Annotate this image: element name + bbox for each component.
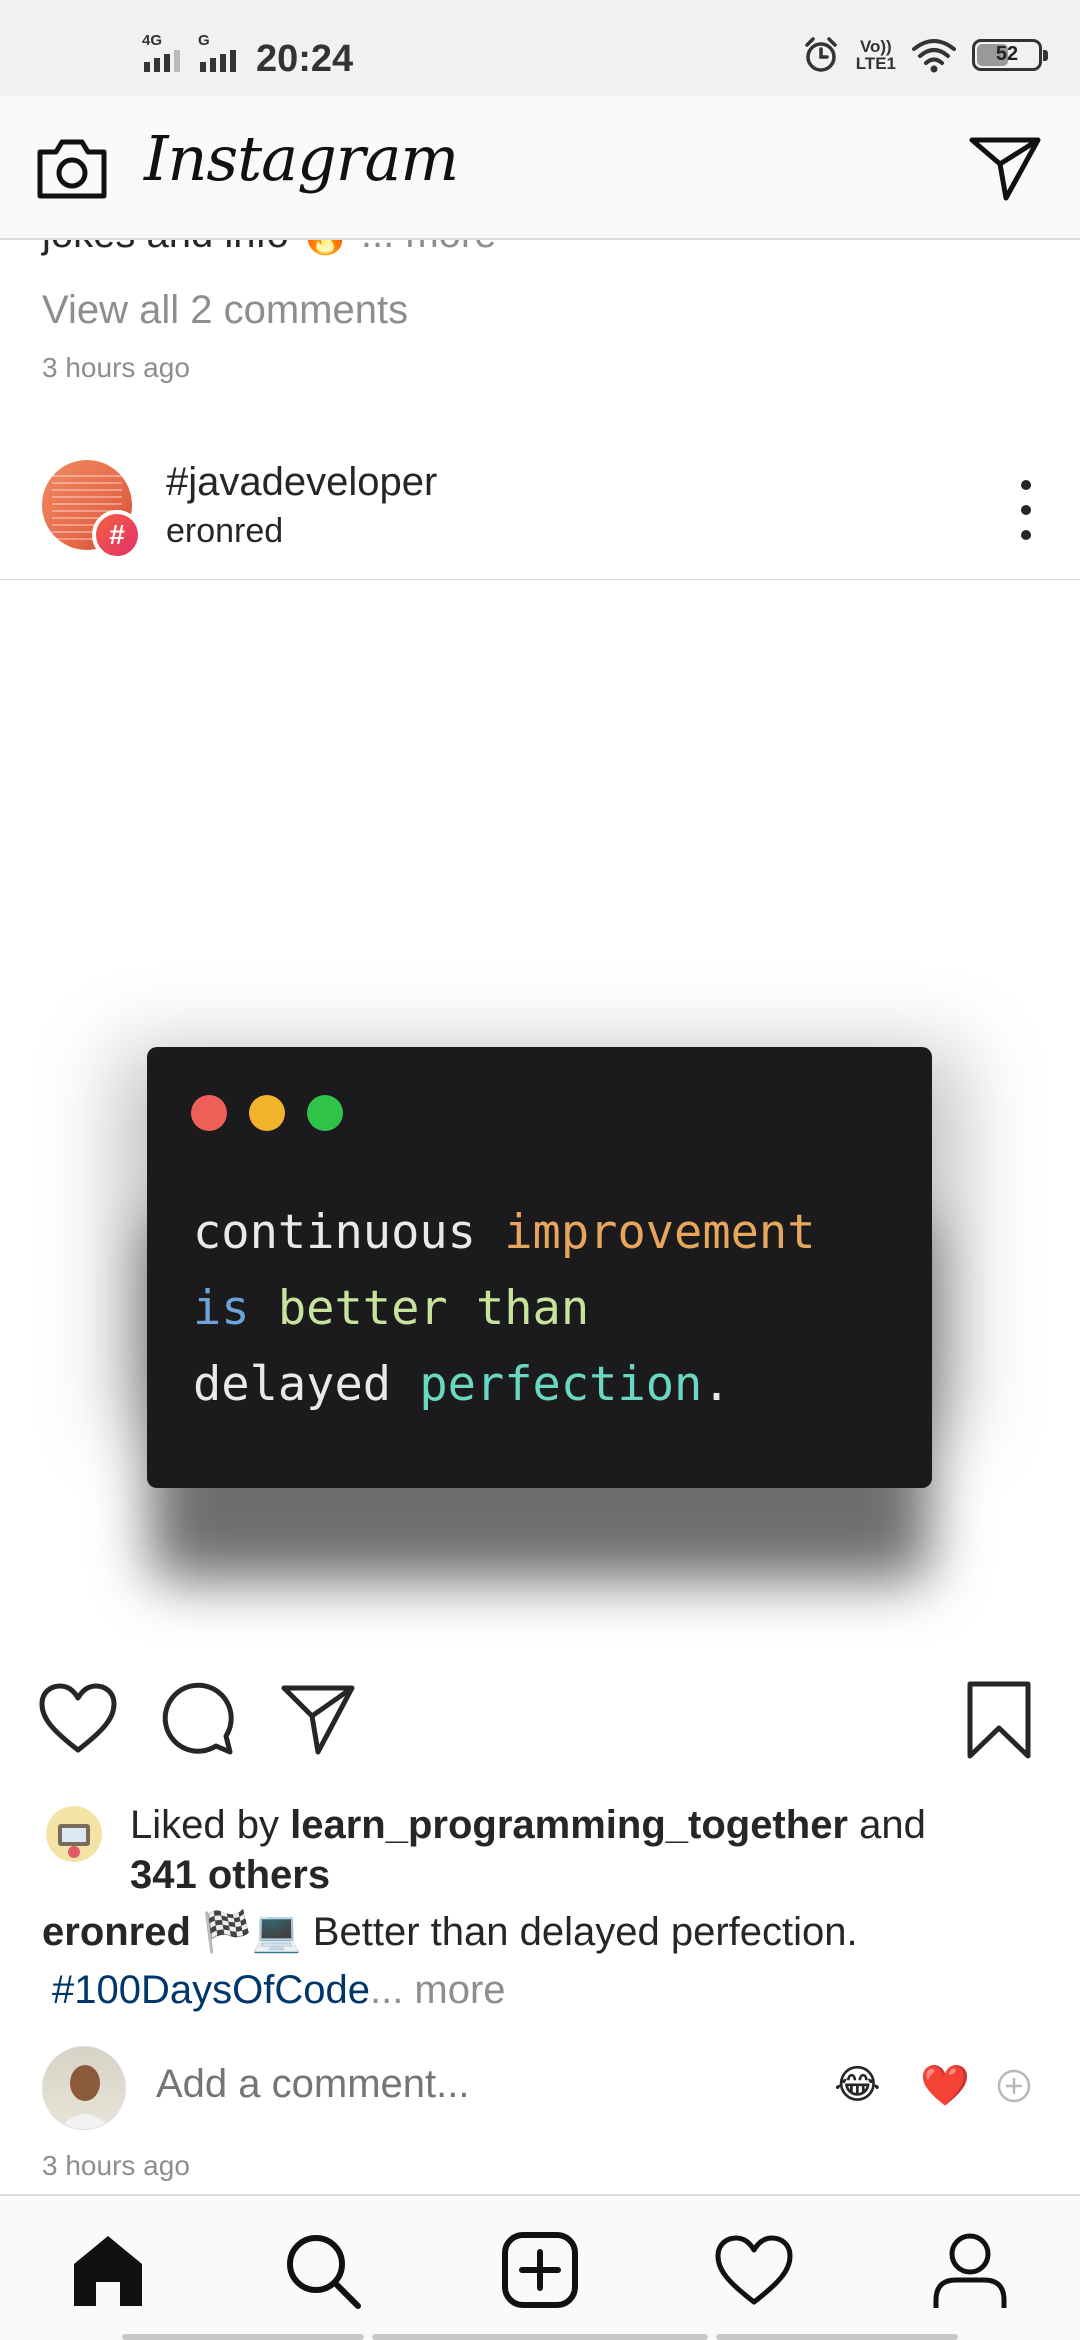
signal-icon: G bbox=[196, 32, 242, 72]
caption-more-link[interactable]: ... more bbox=[361, 240, 497, 256]
post-hashtag-title[interactable]: #javadeveloper bbox=[166, 460, 437, 505]
caption-text: jokes and info bbox=[42, 240, 289, 256]
share-icon[interactable] bbox=[278, 1680, 358, 1760]
post-image[interactable]: continuous improvement is better than de… bbox=[0, 581, 1080, 1661]
likes-text[interactable]: Liked by learn_programming_together and … bbox=[130, 1800, 1030, 1900]
app-header: Instagram bbox=[0, 96, 1080, 240]
profile-icon[interactable] bbox=[930, 2230, 1010, 2310]
signal-icon: 4G bbox=[140, 32, 186, 72]
volte-top: Vo)) bbox=[859, 37, 892, 56]
previous-post-caption[interactable]: jokes and info 🔥 ... more bbox=[42, 240, 497, 257]
code-line-3: delayed perfection. bbox=[193, 1357, 731, 1412]
battery-icon: 52 bbox=[972, 39, 1048, 71]
volte-indicator: Vo)) LTE1 bbox=[856, 38, 896, 72]
add-comment-row: 😂 ❤️ bbox=[0, 2046, 1080, 2146]
status-time: 20:24 bbox=[256, 38, 354, 80]
my-avatar[interactable] bbox=[42, 2046, 126, 2130]
code-card: continuous improvement is better than de… bbox=[147, 1047, 932, 1488]
fire-emoji: 🔥 bbox=[300, 240, 350, 256]
status-icons: Vo)) LTE1 52 bbox=[802, 36, 1048, 74]
view-comments-link[interactable]: View all 2 comments bbox=[42, 288, 408, 333]
comment-input[interactable] bbox=[156, 2062, 656, 2107]
wifi-icon bbox=[912, 39, 956, 73]
caption-more-link[interactable]: ... more bbox=[370, 1968, 506, 2012]
code-line-1: continuous improvement bbox=[193, 1205, 816, 1260]
post-username[interactable]: eronred bbox=[166, 512, 283, 551]
caption-text: Better than delayed perfection. bbox=[312, 1910, 858, 1954]
app-title: Instagram bbox=[144, 122, 459, 195]
bookmark-icon[interactable] bbox=[964, 1680, 1034, 1760]
like-icon[interactable] bbox=[38, 1680, 118, 1760]
network-type-1: 4G bbox=[142, 32, 163, 49]
add-emoji-icon[interactable] bbox=[996, 2068, 1032, 2104]
camera-icon[interactable] bbox=[34, 134, 110, 202]
heart-emoji-button[interactable]: ❤️ bbox=[920, 2062, 970, 2109]
home-icon[interactable] bbox=[68, 2230, 148, 2310]
laughing-emoji-button[interactable]: 😂 bbox=[834, 2062, 881, 2108]
likes-and: and bbox=[859, 1803, 926, 1847]
likes-others-count[interactable]: 341 others bbox=[130, 1853, 330, 1897]
caption-username[interactable]: eronred bbox=[42, 1910, 191, 1954]
post-timestamp: 3 hours ago bbox=[42, 2150, 190, 2181]
battery-level: 52 bbox=[995, 43, 1019, 65]
post-header: # #javadeveloper eronred bbox=[0, 440, 1080, 580]
network-type-2: G bbox=[198, 32, 210, 49]
post-timestamp: 3 hours ago bbox=[42, 352, 190, 383]
caption-hashtag-link[interactable]: #100DaysOfCode bbox=[52, 1968, 370, 2012]
gesture-indicators bbox=[0, 2334, 1080, 2340]
bottom-navigation bbox=[0, 2194, 1080, 2340]
feed[interactable]: jokes and info 🔥 ... more View all 2 com… bbox=[0, 240, 1080, 2190]
liker-avatar[interactable] bbox=[46, 1806, 102, 1862]
green-dot-icon bbox=[307, 1095, 343, 1131]
network-indicators: 4G G bbox=[140, 32, 242, 72]
more-options-icon[interactable] bbox=[1016, 480, 1036, 540]
red-dot-icon bbox=[191, 1095, 227, 1131]
volte-bottom: LTE1 bbox=[855, 54, 896, 73]
alarm-icon bbox=[804, 37, 837, 72]
caption-emojis: 🏁💻 bbox=[202, 1910, 302, 1954]
yellow-dot-icon bbox=[249, 1095, 285, 1131]
liker-username[interactable]: learn_programming_together bbox=[290, 1803, 848, 1847]
likes-prefix: Liked by bbox=[130, 1803, 279, 1847]
code-line-2: is better than bbox=[193, 1281, 590, 1336]
activity-icon[interactable] bbox=[714, 2230, 794, 2310]
direct-message-icon[interactable] bbox=[968, 132, 1042, 202]
post-actions bbox=[0, 1680, 1080, 1780]
status-bar: 4G G 20:24 Vo)) LTE1 52 bbox=[0, 0, 1080, 96]
post-caption[interactable]: eronred 🏁💻 Better than delayed perfectio… bbox=[42, 1908, 858, 1955]
hashtag-avatar[interactable]: # bbox=[42, 460, 142, 560]
new-post-icon[interactable] bbox=[500, 2230, 580, 2310]
search-icon[interactable] bbox=[282, 2230, 362, 2310]
hashtag-badge: # bbox=[92, 510, 142, 560]
caption-continued[interactable]: #100DaysOfCode... more bbox=[52, 1968, 506, 2013]
comment-icon[interactable] bbox=[158, 1680, 238, 1760]
